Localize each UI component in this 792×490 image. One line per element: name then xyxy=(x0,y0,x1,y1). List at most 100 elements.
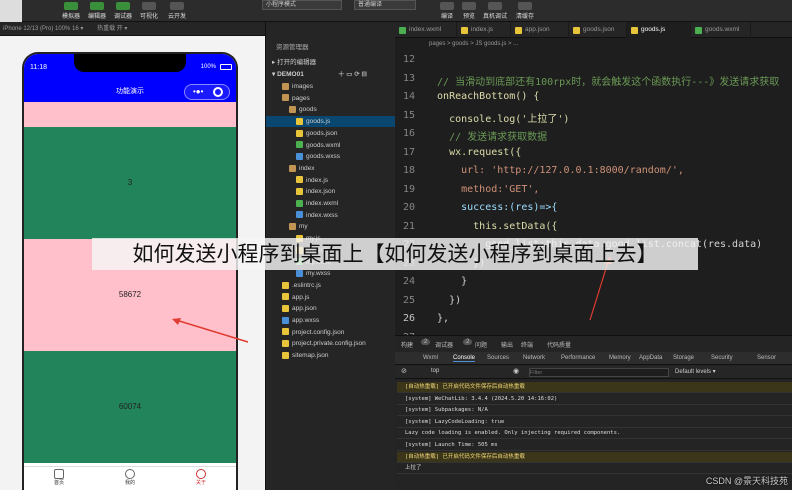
devtools-tab[interactable]: Storage xyxy=(673,355,694,361)
file-icon xyxy=(631,27,638,34)
file-tree-item[interactable]: index xyxy=(266,163,396,174)
tab-home[interactable]: 首页 xyxy=(44,469,74,486)
tab-about[interactable]: 关于 xyxy=(186,469,216,486)
file-tree-label: my.wxss xyxy=(306,270,331,278)
file-tree-item[interactable]: index.wxss xyxy=(266,210,396,221)
user-icon xyxy=(196,469,206,479)
tab-home-label: 首页 xyxy=(53,480,64,486)
file-tree-label: goods xyxy=(299,106,317,114)
editor-tab[interactable]: goods.json xyxy=(569,22,627,38)
tab-bar: 首页 我的 关于 xyxy=(24,466,236,490)
remote-debug-button[interactable]: 真机调试 xyxy=(480,2,510,20)
file-tree-item[interactable]: goods.wxss xyxy=(266,151,396,162)
debug-tab[interactable]: 代码质量 xyxy=(547,340,571,349)
clear-cache-button[interactable]: 清缓存 xyxy=(512,2,538,20)
clear-console-icon[interactable]: ⊘ xyxy=(401,367,407,375)
debug-tab[interactable]: 调试器 xyxy=(435,340,453,349)
file-tree-label: project.config.json xyxy=(292,328,345,336)
debug-tab[interactable]: 问题 xyxy=(475,340,487,349)
breadcrumb[interactable]: pages > goods > JS goods.js > ... xyxy=(395,38,792,50)
code-line: success:(res)=>{ xyxy=(425,202,558,213)
file-tree-label: app.wxss xyxy=(292,317,320,324)
file-tree-item[interactable]: goods.json xyxy=(266,128,396,139)
phone-screen: 11:18 100% 功能演示 •●• 3 58672 60074 首页 我的 … xyxy=(24,54,236,490)
file-tree-item[interactable]: index.json xyxy=(266,186,396,197)
file-tree-item[interactable]: goods xyxy=(266,104,396,115)
file-tree-item[interactable]: project.private.config.json xyxy=(266,338,396,349)
file-tree-item[interactable]: .eslintrc.js xyxy=(266,280,396,291)
code-line: wx.request({ xyxy=(425,146,522,158)
hot-reload-select[interactable]: 热重载 开 ▾ xyxy=(97,26,127,32)
tab-my[interactable]: 我的 xyxy=(115,469,145,486)
file-tree-item[interactable]: project.config.json xyxy=(266,327,396,338)
compile-select[interactable]: 普通编译 xyxy=(354,0,416,10)
battery-icon xyxy=(220,64,232,70)
avatar[interactable] xyxy=(0,0,22,22)
devtools-tab[interactable]: Wxml xyxy=(423,355,438,361)
file-tree-item[interactable]: index.js xyxy=(266,175,396,186)
editor-tab-label: goods.js xyxy=(641,26,666,33)
editor-tab[interactable]: app.json xyxy=(511,22,569,38)
devtools-tab[interactable]: Sensor xyxy=(757,355,776,361)
line-number: 25 xyxy=(402,294,415,306)
eye-icon[interactable]: ◉ xyxy=(513,367,519,375)
compile-label: 编译 xyxy=(440,14,453,20)
device-select[interactable]: iPhone 12/13 (Pro) 100% 16 ▾ xyxy=(3,26,83,32)
close-target-icon[interactable] xyxy=(213,87,223,97)
debug-tab[interactable]: 终端 xyxy=(521,340,533,349)
explorer-actions-icon[interactable]: ＋ ▭ ⟳ ⊟ xyxy=(338,69,367,80)
filter-input[interactable] xyxy=(529,368,669,377)
explorer-title: 资源管理器 xyxy=(276,44,309,51)
file-tree-label: .eslintrc.js xyxy=(292,281,321,289)
editor-tab[interactable]: goods.js xyxy=(627,22,691,38)
code-line: // 发送请求获取数据 xyxy=(425,132,548,143)
devtools-tab[interactable]: Performance xyxy=(561,355,595,361)
debug-tab[interactable]: 输出 xyxy=(501,340,513,349)
editor-tab[interactable]: goods.wxml xyxy=(691,22,751,38)
user-icon xyxy=(125,469,135,479)
file-js-icon xyxy=(282,293,289,301)
debugger-button[interactable]: 调试器 xyxy=(110,2,136,20)
file-tree-item[interactable]: pages xyxy=(266,93,396,104)
file-tree-item[interactable]: app.js xyxy=(266,292,396,303)
editor-tab[interactable]: index.js xyxy=(457,22,511,38)
file-icon xyxy=(573,27,580,34)
capsule-menu[interactable]: •●• xyxy=(184,84,230,100)
levels-select[interactable]: Default levels ▾ xyxy=(675,368,716,375)
devtools-tab[interactable]: Memory xyxy=(609,355,631,361)
file-tree-item[interactable]: goods.wxml xyxy=(266,140,396,151)
devtools-tab[interactable]: AppData xyxy=(639,355,662,361)
line-number: 14 xyxy=(402,91,415,102)
devtools-tab[interactable]: Network xyxy=(523,355,545,361)
open-editors-label: 打开的编辑器 xyxy=(277,59,317,66)
devtools-tab[interactable]: Console xyxy=(453,355,476,362)
file-tree-label: my xyxy=(299,223,308,231)
file-tree-item[interactable]: index.wxml xyxy=(266,198,396,209)
simulator-button[interactable]: 模拟器 xyxy=(58,2,84,20)
devtools-tab[interactable]: Sources xyxy=(487,355,509,361)
code-line: }) xyxy=(425,294,462,306)
file-tree-item[interactable]: goods.js xyxy=(266,116,396,128)
context-select[interactable]: top xyxy=(431,368,439,374)
cloud-button[interactable]: 云开发 xyxy=(164,2,190,20)
more-icon[interactable]: •●• xyxy=(193,85,203,99)
devtools-tab[interactable]: Security xyxy=(711,355,733,361)
file-tree-item[interactable]: images xyxy=(266,81,396,92)
mode-select[interactable]: 小程序模式 xyxy=(262,0,342,10)
editor-button[interactable]: 编辑器 xyxy=(84,2,110,20)
debug-tab[interactable]: 构建 xyxy=(401,340,413,349)
tab-my-label: 我的 xyxy=(124,480,135,486)
file-tree-item[interactable]: app.json xyxy=(266,303,396,314)
visual-button[interactable]: 可视化 xyxy=(136,2,162,20)
editor-tab[interactable]: index.wxml xyxy=(395,22,457,38)
file-tree-item[interactable]: sitemap.json xyxy=(266,350,396,361)
project-root[interactable]: ▾ DEMO01 ＋ ▭ ⟳ ⊟ xyxy=(266,69,396,80)
preview-button[interactable]: 预览 xyxy=(456,2,482,20)
open-editors-section[interactable]: ▸ 打开的编辑器 xyxy=(266,57,396,68)
file-wxss-icon xyxy=(282,316,289,324)
file-wxss-icon xyxy=(296,152,303,160)
watermark: CSDN @景天科技苑 xyxy=(705,476,788,486)
file-tree-item[interactable]: my xyxy=(266,221,396,232)
file-json-icon xyxy=(282,351,289,359)
file-tree-item[interactable]: app.wxss xyxy=(266,315,396,326)
